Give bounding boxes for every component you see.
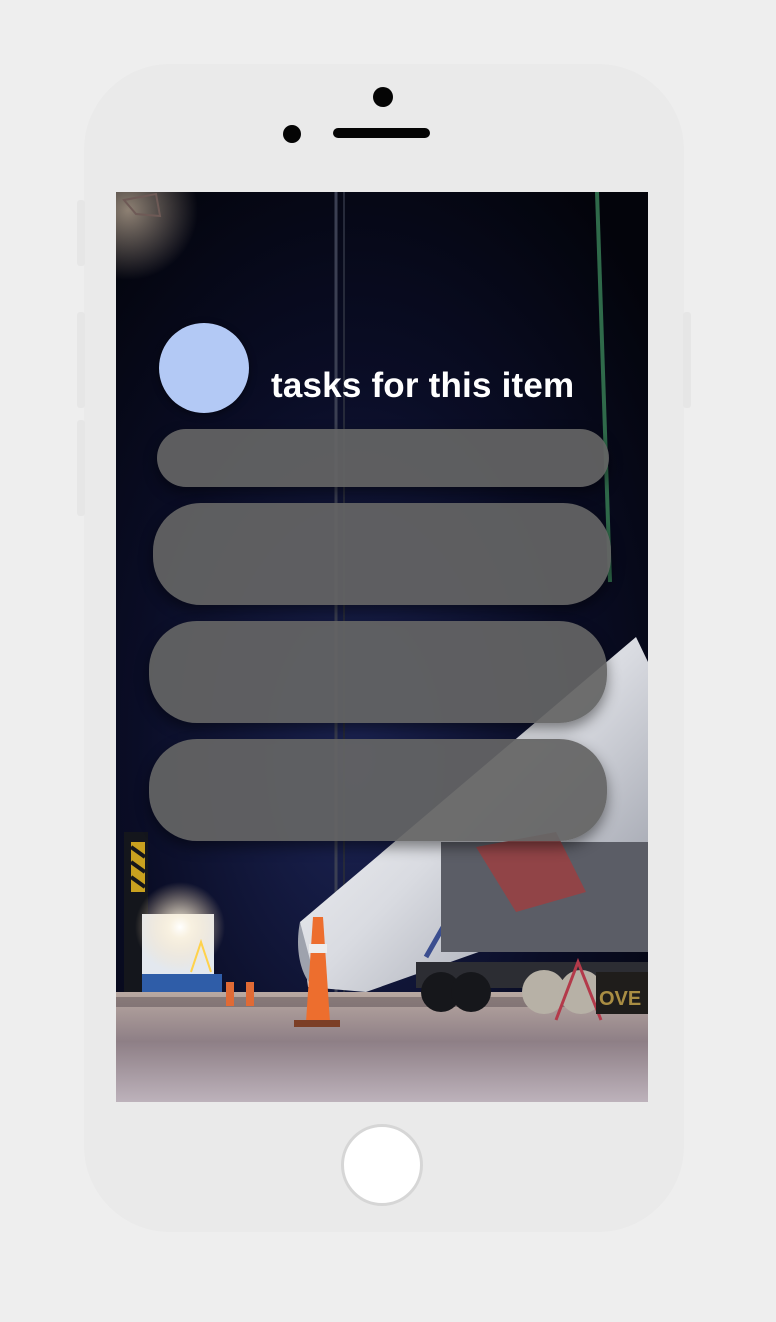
task-card-2[interactable] <box>153 503 611 605</box>
home-button[interactable] <box>341 1124 423 1206</box>
volume-down-button <box>77 420 85 516</box>
mute-switch <box>77 200 85 266</box>
task-card-3[interactable] <box>149 621 607 723</box>
avatar[interactable] <box>159 323 249 413</box>
front-camera-icon <box>373 87 393 107</box>
task-card-4[interactable] <box>149 739 607 841</box>
page-title: tasks for this item <box>271 366 575 405</box>
power-button <box>683 312 691 408</box>
earpiece-speaker-icon <box>333 128 430 138</box>
task-card-1[interactable] <box>157 429 609 487</box>
svg-text:OVE: OVE <box>599 988 641 1010</box>
proximity-sensor-icon <box>283 125 301 143</box>
phone-screen: OVE tasks for this item <box>116 192 648 1102</box>
volume-up-button <box>77 312 85 408</box>
